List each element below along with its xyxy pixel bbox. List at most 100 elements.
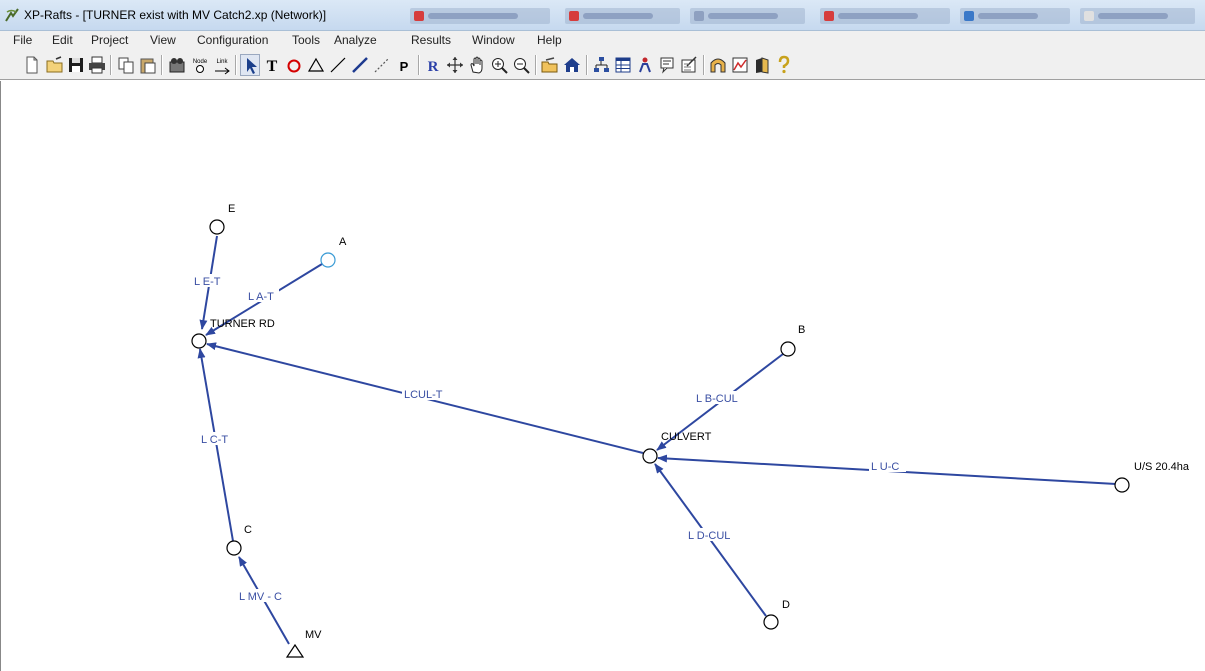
thick-line-tool-button[interactable] (350, 54, 370, 76)
notes-icon (660, 57, 674, 74)
thick-line-icon (352, 57, 368, 73)
open-file-button[interactable] (540, 54, 560, 76)
find-button[interactable] (167, 54, 187, 76)
thin-line-tool-button[interactable] (328, 54, 348, 76)
home-button[interactable] (562, 54, 582, 76)
node-label-a: A (339, 236, 347, 248)
table-icon (615, 57, 631, 73)
text-tool-button[interactable]: T (262, 54, 282, 76)
save-button[interactable] (66, 54, 86, 76)
save-icon (69, 58, 83, 72)
open-button[interactable] (45, 54, 65, 76)
copy-icon (118, 57, 134, 74)
node-icon: Node (193, 59, 208, 73)
table-button[interactable] (613, 54, 633, 76)
help-icon (778, 55, 790, 74)
node-label-us-20-4ha: U/S 20.4ha (1134, 461, 1190, 473)
tree-button[interactable] (591, 54, 611, 76)
notes-button[interactable] (657, 54, 677, 76)
menu-configuration[interactable]: Configuration (197, 33, 268, 47)
link-button[interactable]: Link (212, 54, 232, 76)
background-browser-tab (410, 8, 550, 24)
menu-results[interactable]: Results (411, 33, 451, 47)
node-culvert[interactable] (642, 448, 658, 464)
home-icon (564, 58, 580, 72)
menu-tools[interactable]: Tools (292, 33, 320, 47)
menu-window[interactable]: Window (472, 33, 515, 47)
properties-icon (681, 56, 697, 73)
graph-icon (732, 57, 748, 73)
toolbar-separator (110, 55, 112, 75)
menu-project[interactable]: Project (91, 33, 128, 47)
background-browser-tab (820, 8, 950, 24)
circle-tool-button[interactable] (284, 54, 304, 76)
application-window: XP-Rafts - [TURNER exist with MV Catch2.… (0, 0, 1205, 671)
arch-icon (710, 58, 726, 73)
network-canvas[interactable]: L E-T L A-T LCUL-T L C-T L MV - C L B-CU… (0, 81, 1205, 671)
toolbar-separator (535, 55, 537, 75)
pan-button[interactable] (467, 54, 487, 76)
link-label-mv-c-text: L MV - C (239, 591, 282, 603)
link-label-cul-t: LCUL-T (402, 387, 448, 401)
node-c[interactable] (226, 540, 242, 556)
properties-button[interactable] (679, 54, 699, 76)
node-a[interactable] (320, 252, 336, 268)
link-label-c-t: L C-T (199, 432, 233, 446)
arch-button[interactable] (708, 54, 728, 76)
zoom-out-button[interactable] (511, 54, 531, 76)
book-button[interactable] (752, 54, 772, 76)
menu-help[interactable]: Help (537, 33, 562, 47)
p-icon: P (400, 59, 409, 74)
node-d[interactable] (763, 614, 779, 630)
new-file-button[interactable] (22, 54, 42, 76)
node-label-d: D (782, 599, 790, 611)
move-button[interactable] (445, 54, 465, 76)
menu-analyze[interactable]: Analyze (334, 33, 377, 47)
select-tool-button[interactable] (240, 54, 260, 76)
node-b[interactable] (780, 341, 796, 357)
window-title: XP-Rafts - [TURNER exist with MV Catch2.… (24, 8, 327, 22)
menu-file[interactable]: File (13, 33, 32, 47)
menu-edit[interactable]: Edit (52, 33, 73, 47)
background-browser-tab (565, 8, 680, 24)
person-icon (639, 57, 651, 73)
print-icon (89, 56, 105, 74)
thin-line-icon (330, 57, 346, 73)
link-label-u-c: L U-C (869, 459, 906, 473)
toolbar-separator (161, 55, 163, 75)
app-logo-icon (5, 8, 19, 22)
background-browser-tab (690, 8, 805, 24)
node-mv[interactable] (285, 643, 305, 658)
find-icon (169, 58, 185, 73)
dashed-line-tool-button[interactable] (372, 54, 392, 76)
print-button[interactable] (87, 54, 107, 76)
link-label-c-t-text: L C-T (201, 434, 228, 446)
tree-icon (594, 57, 609, 72)
person-button[interactable] (635, 54, 655, 76)
book-icon (756, 57, 769, 74)
r-icon: R (428, 59, 439, 75)
r-tool-button[interactable]: R (423, 54, 443, 76)
node-turner-rd[interactable] (191, 333, 207, 349)
link-label-b-cul-text: L B-CUL (696, 393, 738, 405)
p-tool-button[interactable]: P (394, 54, 414, 76)
new-file-icon (26, 56, 38, 74)
menu-view[interactable]: View (150, 33, 176, 47)
toolbar-separator (418, 55, 420, 75)
paste-button[interactable] (138, 54, 158, 76)
network-diagram[interactable]: L E-T L A-T LCUL-T L C-T L MV - C L B-CU… (1, 81, 1205, 671)
graph-button[interactable] (730, 54, 750, 76)
zoom-in-button[interactable] (489, 54, 509, 76)
node-button[interactable]: Node (190, 54, 210, 76)
node-e[interactable] (209, 219, 225, 235)
link-label-a-t: L A-T (246, 289, 279, 303)
copy-button[interactable] (116, 54, 136, 76)
link-label-e-t-text: L E-T (194, 276, 221, 288)
toolbar: Node Link T P R (0, 50, 1205, 80)
node-us-20-4ha[interactable] (1114, 477, 1130, 493)
zoom-out-icon (514, 58, 530, 74)
pan-hand-icon (470, 56, 483, 74)
help-button[interactable] (774, 54, 794, 76)
triangle-tool-button[interactable] (306, 54, 326, 76)
link-label-cul-t-text: LCUL-T (404, 389, 443, 401)
